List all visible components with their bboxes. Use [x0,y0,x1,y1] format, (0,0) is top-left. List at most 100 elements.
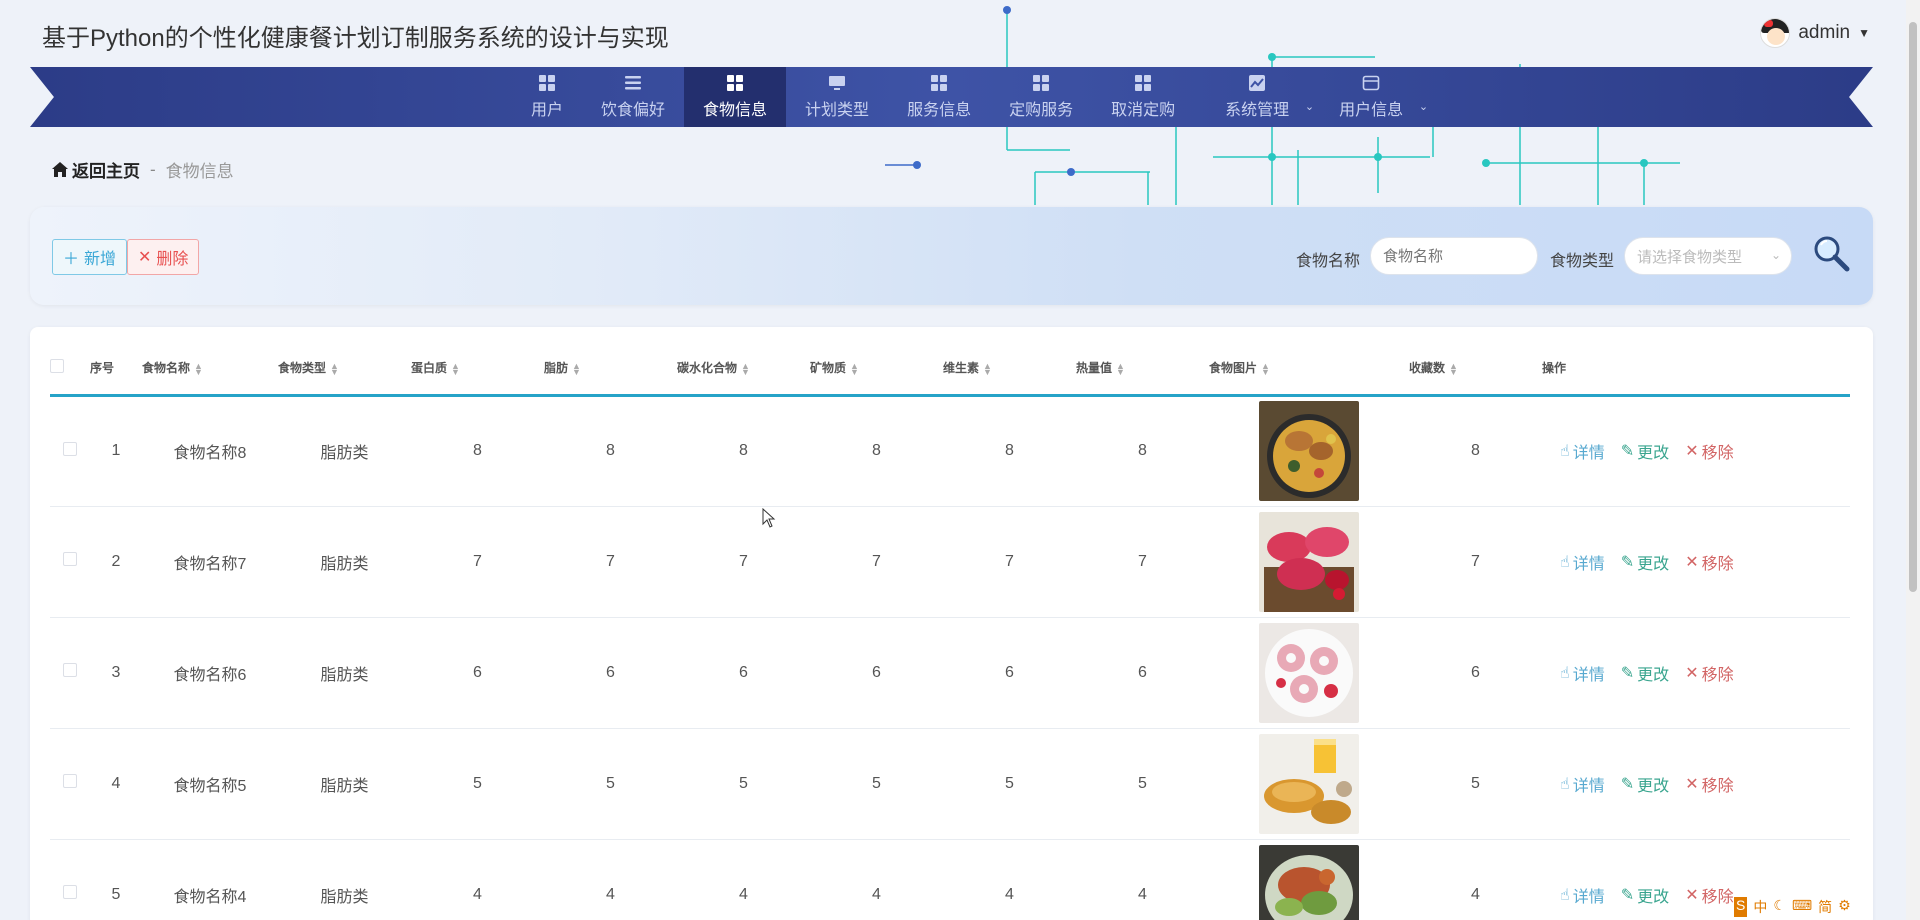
chevron-down-icon: ⌄ [1418,101,1429,113]
sort-icon[interactable]: ▲ ▼ [983,361,992,376]
cell-food-image[interactable] [1209,728,1409,840]
moon-icon[interactable]: ☾ [1773,897,1786,917]
row-checkbox[interactable] [63,774,77,788]
row-select[interactable] [50,839,90,920]
header-vitamins[interactable]: 维生素 ▲ ▼ [943,341,1076,397]
add-button[interactable]: ＋ 新增 [52,239,128,275]
nav-item-diet-preference[interactable]: 饮食偏好 [582,67,684,127]
sort-icon[interactable]: ▲ ▼ [741,361,750,376]
cell-food-image[interactable] [1209,395,1409,507]
user-menu[interactable]: admin ▼ [1760,18,1870,48]
sort-icon[interactable]: ▲ ▼ [194,361,203,376]
breadcrumb-home[interactable]: 返回主页 [52,157,140,182]
sort-icon[interactable]: ▲ ▼ [1449,361,1458,376]
search-icon[interactable] [1811,233,1851,273]
header-fat[interactable]: 脂肪 ▲ ▼ [544,341,677,397]
breadcrumb-home-label[interactable]: 返回主页 [72,157,140,182]
nav-item-order-service[interactable]: 定购服务 [990,67,1092,127]
nav-item-plan-type[interactable]: 计划类型 [786,67,888,127]
row-checkbox[interactable] [63,441,77,456]
edit-button[interactable]: ✎ 更改 [1621,550,1669,574]
row-checkbox[interactable] [63,885,77,899]
table-row[interactable]: 2 食物名称7 脂肪类 7 7 7 7 7 7 7 ☝ 详情 ✎ 更改 ✕ 移除 [50,506,1850,618]
sort-icon[interactable]: ▲ ▼ [572,361,581,376]
header-favorites[interactable]: 收藏数 ▲ ▼ [1409,341,1542,397]
delete-button[interactable]: ✕ 删除 [127,239,200,275]
table-row[interactable]: 1 食物名称8 脂肪类 8 8 8 8 8 8 8 ☝ 详情 ✎ 更改 ✕ 移除 [50,395,1850,507]
cell-food-image[interactable] [1209,839,1409,920]
row-select[interactable] [50,728,90,840]
scrollbar-thumb[interactable] [1909,22,1917,592]
select-all-checkbox[interactable] [50,358,64,373]
ime-simplified[interactable]: 简 [1818,897,1832,917]
edit-button[interactable]: ✎ 更改 [1621,772,1669,796]
detail-button[interactable]: ☝ 详情 [1560,883,1605,907]
remove-button[interactable]: ✕ 移除 [1685,439,1733,463]
detail-button[interactable]: ☝ 详情 [1560,550,1605,574]
header-carbs[interactable]: 碳水化合物 ▲ ▼ [677,341,810,397]
food-image[interactable] [1259,401,1359,501]
header-protein[interactable]: 蛋白质 ▲ ▼ [411,341,544,397]
nav-item-user[interactable]: 用户 [512,67,582,127]
row-checkbox[interactable] [63,663,77,677]
sort-icon[interactable]: ▲ ▼ [451,361,460,376]
avatar[interactable] [1760,18,1791,48]
nav-label: 取消定购 [1111,102,1176,119]
food-type-select[interactable]: 请选择食物类型 ⌄ [1624,237,1792,275]
nav-item-user-info[interactable]: 用户信息 ⌄ [1320,67,1428,127]
header-food-type[interactable]: 食物类型 ▲ ▼ [278,341,411,397]
close-icon: ✕ [1685,775,1699,793]
remove-button[interactable]: ✕ 移除 [1685,661,1733,685]
ime-mode[interactable]: 中 [1753,897,1767,917]
nav-item-service-info[interactable]: 服务信息 [888,67,990,127]
caret-down-icon[interactable]: ▼ [1858,26,1870,40]
close-icon: ✕ [1685,664,1699,682]
header-calories[interactable]: 热量值 ▲ ▼ [1076,341,1209,397]
nav-item-cancel-order[interactable]: 取消定购 [1092,67,1194,127]
header-food-image[interactable]: 食物图片 ▲ ▼ [1209,341,1409,397]
vertical-scrollbar[interactable] [1906,0,1920,920]
nav-item-food-info[interactable]: 食物信息 [684,67,787,127]
cell-calories: 7 [1076,506,1209,618]
detail-button[interactable]: ☝ 详情 [1560,772,1605,796]
food-image[interactable] [1259,511,1359,612]
edit-button[interactable]: ✎ 更改 [1621,883,1669,907]
food-image[interactable] [1259,733,1359,834]
detail-button[interactable]: ☝ 详情 [1560,661,1605,685]
cell-index: 5 [90,839,142,920]
remove-button[interactable]: ✕ 移除 [1685,550,1733,574]
row-select[interactable] [50,395,90,507]
header-minerals[interactable]: 矿物质 ▲ ▼ [810,341,943,397]
cell-food-image[interactable] [1209,506,1409,618]
sort-icon[interactable]: ▲ ▼ [850,361,859,376]
table-row[interactable]: 4 食物名称5 脂肪类 5 5 5 5 5 5 5 ☝ 详情 ✎ 更改 ✕ 移除 [50,728,1850,840]
edit-button[interactable]: ✎ 更改 [1621,439,1669,463]
gear-icon[interactable]: ⚙ [1838,897,1851,917]
detail-button[interactable]: ☝ 详情 [1560,439,1605,463]
remove-button[interactable]: ✕ 移除 [1685,772,1733,796]
cell-food-image[interactable] [1209,617,1409,729]
ime-logo-icon[interactable]: S [1734,897,1748,917]
select-all-header[interactable] [50,341,90,397]
header-food-name[interactable]: 食物名称 ▲ ▼ [142,341,278,397]
sort-icon[interactable]: ▲ ▼ [1116,361,1125,376]
food-name-input[interactable] [1383,247,1525,265]
food-image[interactable] [1259,844,1359,920]
food-name-input-wrap[interactable] [1370,237,1538,275]
sort-icon[interactable]: ▲ ▼ [330,361,339,376]
table-row[interactable]: 3 食物名称6 脂肪类 6 6 6 6 6 6 6 ☝ 详情 ✎ 更改 ✕ 移除 [50,617,1850,729]
keyboard-icon[interactable]: ⌨ [1792,897,1812,917]
row-select[interactable] [50,617,90,729]
sort-icon[interactable]: ▲ ▼ [1261,361,1270,376]
row-select[interactable] [50,506,90,618]
nav-label: 系统管理 [1225,102,1290,119]
edit-button[interactable]: ✎ 更改 [1621,661,1669,685]
search-panel: ＋ 新增 ✕ 删除 食物名称 食物类型 请选择食物类型 ⌄ [30,207,1873,305]
table-row[interactable]: 5 食物名称4 脂肪类 4 4 4 4 4 4 4 ☝ 详情 ✎ 更改 ✕ 移除 [50,839,1850,920]
food-image[interactable] [1259,622,1359,723]
nav-item-system-management[interactable]: 系统管理 ⌄ [1206,67,1314,127]
row-checkbox[interactable] [63,552,77,566]
remove-button[interactable]: ✕ 移除 [1685,883,1733,907]
username[interactable]: admin [1798,22,1850,44]
ime-toolbar[interactable]: S 中 ☾ ⌨ 简 ⚙ [1734,897,1851,917]
